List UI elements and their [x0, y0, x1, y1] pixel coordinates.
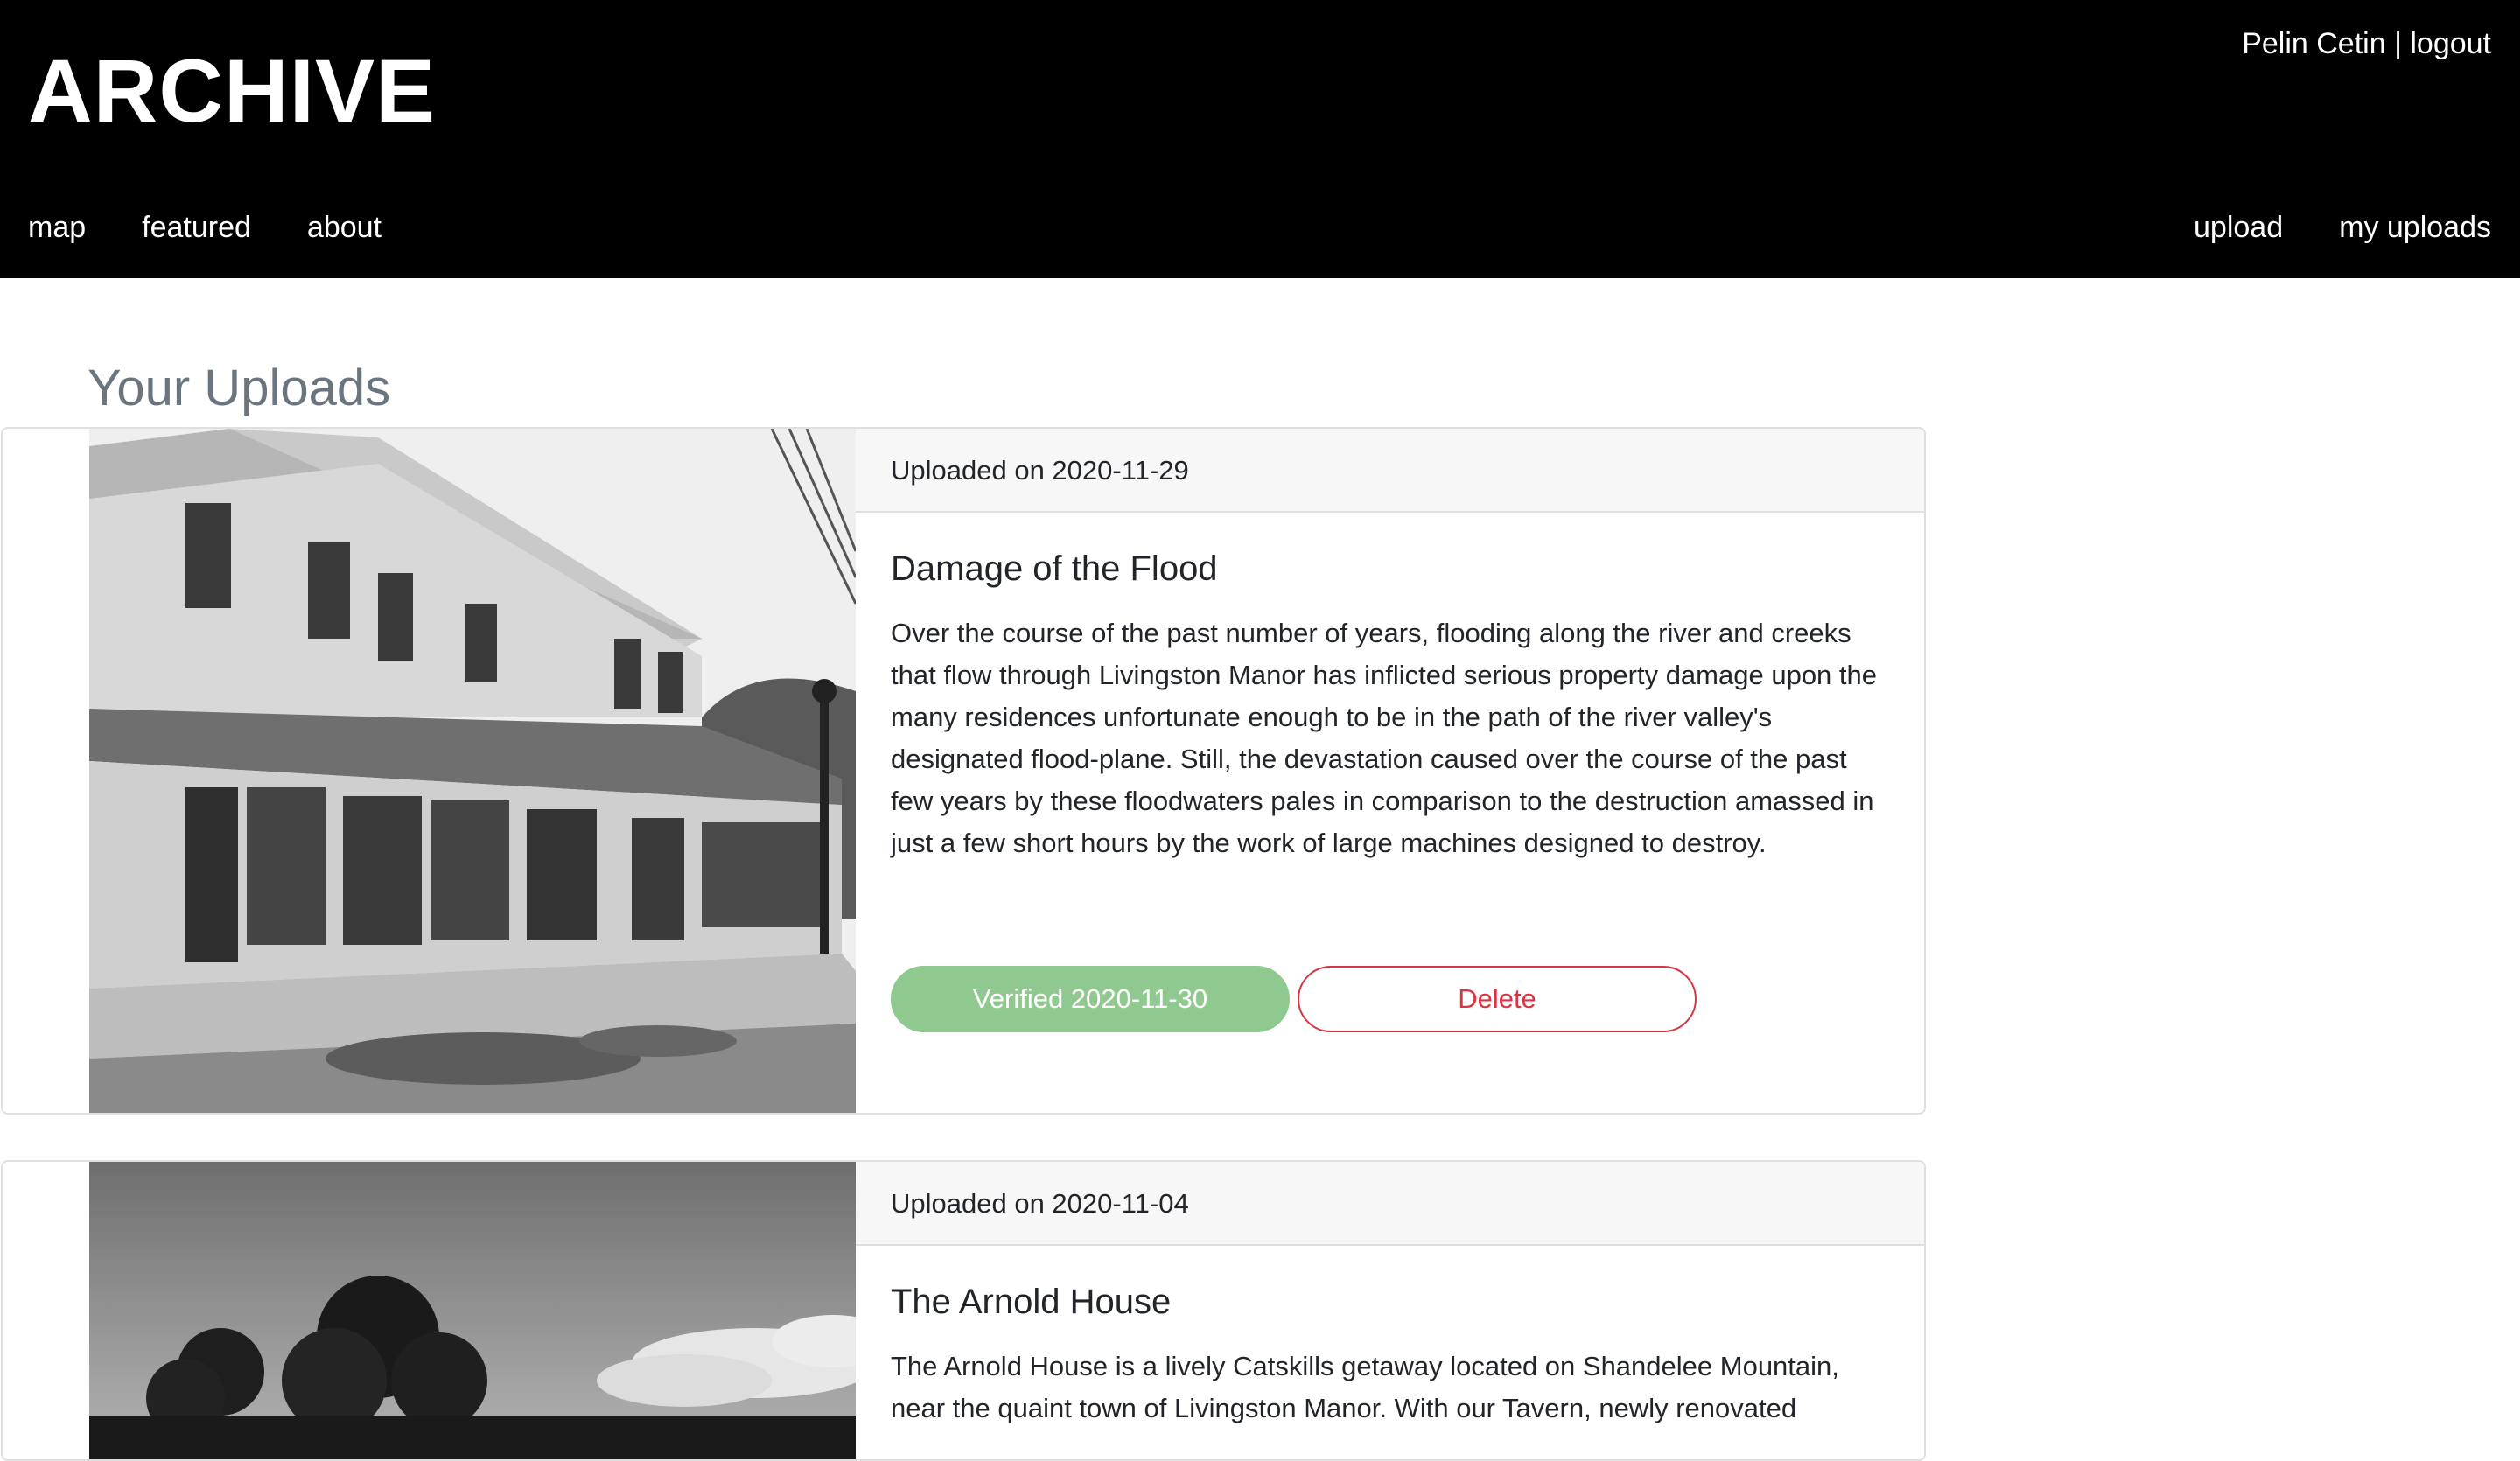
user-bar: Pelin Cetin | logout — [2242, 24, 2491, 63]
upload-title: The Arnold House — [891, 1283, 1172, 1321]
upload-image — [89, 429, 856, 1113]
brand-logo[interactable]: ARCHIVE — [28, 38, 436, 143]
top-header: ARCHIVE Pelin Cetin | logout map feature… — [0, 0, 2520, 278]
user-name: Pelin Cetin — [2242, 27, 2386, 60]
upload-body: Damage of the Flood Over the course of t… — [856, 513, 1924, 1113]
upload-card: Uploaded on 2020-11-29 Damage of the Flo… — [1, 427, 1926, 1115]
upload-description: The Arnold House is a lively Catskills g… — [891, 1351, 1839, 1423]
upload-description: Over the course of the past number of ye… — [891, 618, 1878, 858]
page-title: Your Uploads — [88, 359, 391, 416]
nav-featured[interactable]: featured — [142, 208, 251, 247]
main-nav: map featured about — [28, 208, 438, 247]
user-separator: | — [2394, 27, 2402, 60]
upload-body: The Arnold House The Arnold House is a l… — [856, 1246, 1924, 1459]
nav-my-uploads[interactable]: my uploads — [2339, 208, 2491, 247]
nav-about[interactable]: about — [307, 208, 382, 247]
upload-title: Damage of the Flood — [891, 549, 1218, 588]
upload-card: Uploaded on 2020-11-04 The Arnold House … — [1, 1160, 1926, 1461]
upload-actions: Verified 2020-11-30 Delete — [891, 966, 1697, 1032]
user-nav: upload my uploads — [2138, 208, 2491, 247]
delete-button[interactable]: Delete — [1298, 966, 1697, 1032]
trees-photo-icon — [89, 1162, 856, 1459]
nav-upload[interactable]: upload — [2194, 208, 2283, 247]
logout-link[interactable]: logout — [2410, 27, 2491, 60]
upload-date: Uploaded on 2020-11-04 — [856, 1162, 1924, 1246]
storefront-photo-icon — [89, 429, 856, 1113]
upload-date: Uploaded on 2020-11-29 — [856, 429, 1924, 513]
upload-image — [89, 1162, 856, 1459]
verified-status-button: Verified 2020-11-30 — [891, 966, 1290, 1032]
nav-map[interactable]: map — [28, 208, 86, 247]
